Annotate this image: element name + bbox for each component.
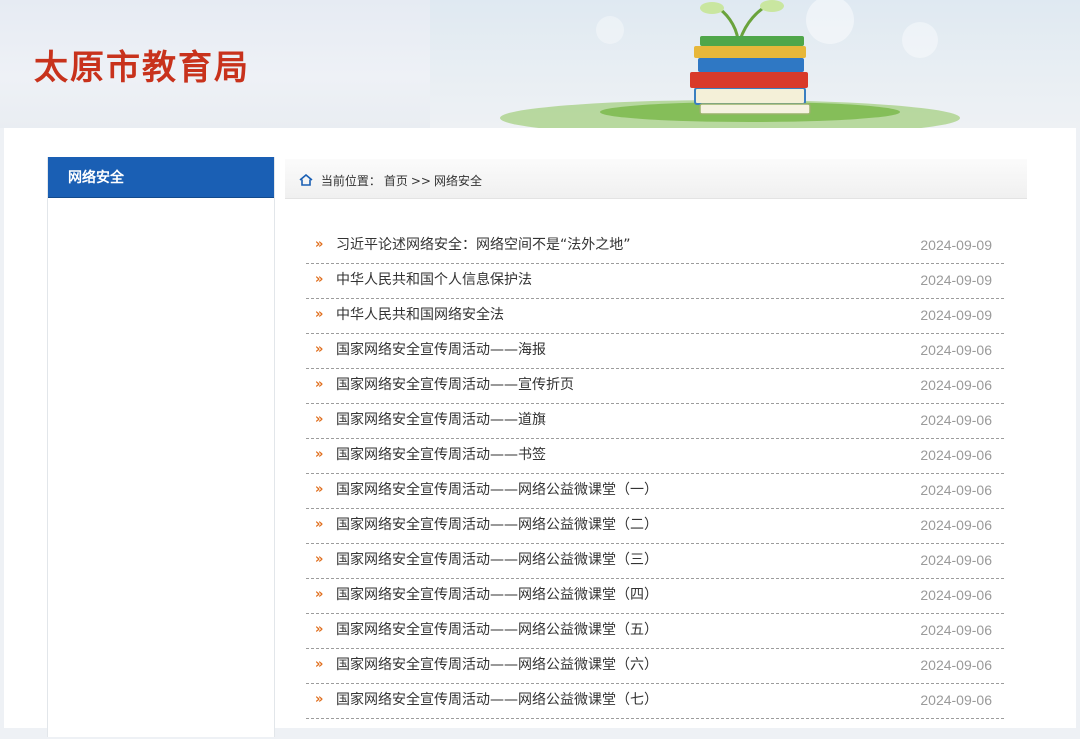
article-title-link[interactable]: 国家网络安全宣传周活动——海报 xyxy=(336,334,546,366)
article-title-link[interactable]: 中华人民共和国个人信息保护法 xyxy=(336,264,532,296)
article-date: 2024-09-06 xyxy=(920,377,992,393)
article-list-item[interactable]: » 国家网络安全宣传周活动——网络公益微课堂（七） 2024-09-06 xyxy=(306,684,1004,719)
article-list-item[interactable]: » 国家网络安全宣传周活动——网络公益微课堂（二） 2024-09-06 xyxy=(306,509,1004,544)
article-title-link[interactable]: 国家网络安全宣传周活动——书签 xyxy=(336,439,546,471)
main-content: 当前位置： 首页 >> 网络安全 » 习近平论述网络安全：网络空间不是“法外之地” 202… xyxy=(285,159,1027,739)
article-list-item[interactable]: » 国家网络安全宣传周活动——网络公益微课堂（一） 2024-09-06 xyxy=(306,474,1004,509)
article-date: 2024-09-06 xyxy=(920,482,992,498)
article-date: 2024-09-06 xyxy=(920,657,992,673)
article-list-item[interactable]: » 国家网络安全宣传周活动——网络公益微课堂（四） 2024-09-06 xyxy=(306,579,1004,614)
list-bullet-arrow-icon: » xyxy=(315,657,324,672)
article-title-link[interactable]: 国家网络安全宣传周活动——网络公益微课堂（五） xyxy=(336,614,658,646)
article-date: 2024-09-09 xyxy=(920,237,992,253)
article-date: 2024-09-06 xyxy=(920,412,992,428)
article-list-item[interactable]: » 国家网络安全宣传周活动——网络公益微课堂（三） 2024-09-06 xyxy=(306,544,1004,579)
breadcrumb-separator: >> xyxy=(410,174,431,188)
list-bullet-arrow-icon: » xyxy=(315,517,324,532)
article-list-item[interactable]: » 国家网络安全宣传周活动——网络公益微课堂（五） 2024-09-06 xyxy=(306,614,1004,649)
article-date: 2024-09-09 xyxy=(920,307,992,323)
page-body: 网络安全 当前位置： 首页 >> 网络安全 » 习近平论述网络安全：网络空间不是“法外之… xyxy=(4,128,1076,737)
article-title-link[interactable]: 中华人民共和国网络安全法 xyxy=(336,299,504,331)
breadcrumb-current[interactable]: 网络安全 xyxy=(434,174,482,188)
list-bullet-arrow-icon: » xyxy=(315,342,324,357)
list-bullet-arrow-icon: » xyxy=(315,622,324,637)
site-header: 太原市教育局 xyxy=(0,0,1080,128)
article-date: 2024-09-06 xyxy=(920,692,992,708)
article-list-item[interactable]: » 国家网络安全宣传周活动——海报 2024-09-06 xyxy=(306,334,1004,369)
article-title-link[interactable]: 习近平论述网络安全：网络空间不是“法外之地” xyxy=(336,229,631,261)
article-title-link[interactable]: 国家网络安全宣传周活动——宣传折页 xyxy=(336,369,574,401)
article-date: 2024-09-06 xyxy=(920,587,992,603)
article-title-link[interactable]: 国家网络安全宣传周活动——网络公益微课堂（四） xyxy=(336,579,658,611)
sidebar-title-network-security[interactable]: 网络安全 xyxy=(48,157,274,198)
article-list-item[interactable]: » 中华人民共和国网络安全法 2024-09-09 xyxy=(306,299,1004,334)
list-bullet-arrow-icon: » xyxy=(315,447,324,462)
breadcrumb-home-link[interactable]: 首页 xyxy=(384,174,408,188)
article-list-item[interactable]: » 国家网络安全宣传周活动——宣传折页 2024-09-06 xyxy=(306,369,1004,404)
article-list-item[interactable]: » 国家网络安全宣传周活动——道旗 2024-09-06 xyxy=(306,404,1004,439)
books-banner-illustration xyxy=(500,0,960,128)
article-date: 2024-09-06 xyxy=(920,622,992,638)
article-title-link[interactable]: 国家网络安全宣传周活动——网络公益微课堂（二） xyxy=(336,509,658,541)
article-title-link[interactable]: 国家网络安全宣传周活动——道旗 xyxy=(336,404,546,436)
article-list: » 习近平论述网络安全：网络空间不是“法外之地” 2024-09-09 » 中华人民共和… xyxy=(306,229,1004,719)
article-date: 2024-09-06 xyxy=(920,447,992,463)
home-icon xyxy=(299,174,313,186)
article-list-item[interactable]: » 习近平论述网络安全：网络空间不是“法外之地” 2024-09-09 xyxy=(306,229,1004,264)
list-bullet-arrow-icon: » xyxy=(315,552,324,567)
article-list-item[interactable]: » 中华人民共和国个人信息保护法 2024-09-09 xyxy=(306,264,1004,299)
article-list-item[interactable]: » 国家网络安全宣传周活动——书签 2024-09-06 xyxy=(306,439,1004,474)
article-date: 2024-09-06 xyxy=(920,552,992,568)
list-bullet-arrow-icon: » xyxy=(315,307,324,322)
list-bullet-arrow-icon: » xyxy=(315,412,324,427)
list-bullet-arrow-icon: » xyxy=(315,237,324,252)
article-date: 2024-09-06 xyxy=(920,517,992,533)
site-title[interactable]: 太原市教育局 xyxy=(34,40,250,89)
article-title-link[interactable]: 国家网络安全宣传周活动——网络公益微课堂（七） xyxy=(336,684,658,716)
list-bullet-arrow-icon: » xyxy=(315,272,324,287)
list-bullet-arrow-icon: » xyxy=(315,482,324,497)
sidebar: 网络安全 xyxy=(47,157,275,737)
list-bullet-arrow-icon: » xyxy=(315,377,324,392)
article-title-link[interactable]: 国家网络安全宣传周活动——网络公益微课堂（三） xyxy=(336,544,658,576)
article-date: 2024-09-09 xyxy=(920,272,992,288)
article-date: 2024-09-06 xyxy=(920,342,992,358)
list-bullet-arrow-icon: » xyxy=(315,587,324,602)
breadcrumb: 当前位置： 首页 >> 网络安全 xyxy=(285,159,1027,199)
article-title-link[interactable]: 国家网络安全宣传周活动——网络公益微课堂（一） xyxy=(336,474,658,506)
breadcrumb-prefix: 当前位置： xyxy=(320,174,381,188)
article-title-link[interactable]: 国家网络安全宣传周活动——网络公益微课堂（六） xyxy=(336,649,658,681)
article-list-item[interactable]: » 国家网络安全宣传周活动——网络公益微课堂（六） 2024-09-06 xyxy=(306,649,1004,684)
list-bullet-arrow-icon: » xyxy=(315,692,324,707)
